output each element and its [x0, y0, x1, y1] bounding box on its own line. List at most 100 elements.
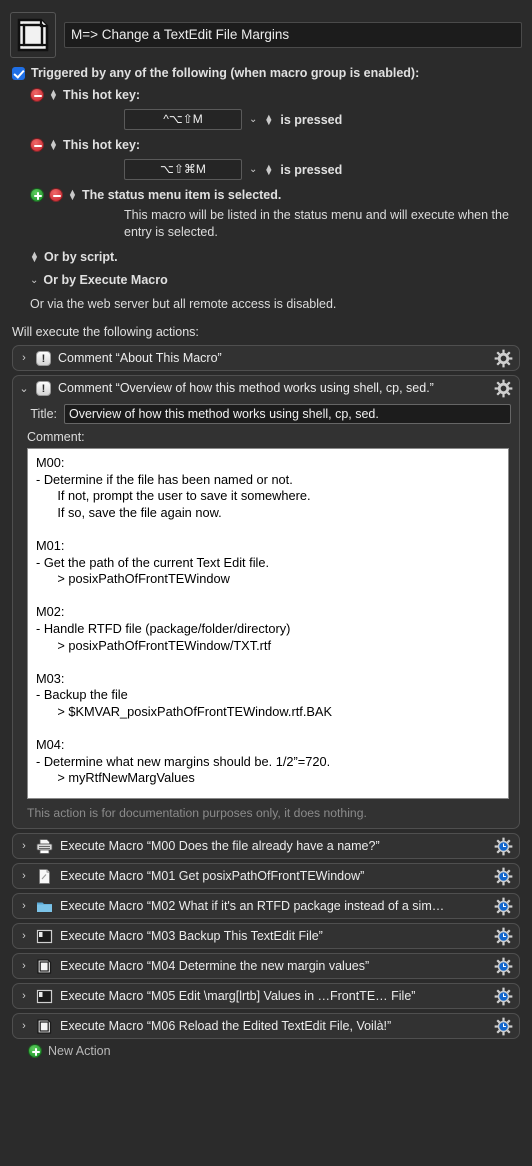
remove-trigger-icon[interactable] — [30, 88, 44, 102]
remove-trigger-icon[interactable] — [49, 188, 63, 202]
comment-field-label: Comment: — [27, 430, 85, 444]
action-title: Execute Macro “M00 Does the file already… — [60, 839, 380, 853]
comment-title-input[interactable]: Overview of how this method works using … — [64, 404, 511, 424]
triggered-by-row[interactable]: Triggered by any of the following (when … — [12, 66, 522, 80]
action-title: Execute Macro “M03 Backup This TextEdit … — [60, 929, 323, 943]
action-title: Execute Macro “M01 Get posixPathOfFrontT… — [60, 869, 365, 883]
gear-icon[interactable] — [494, 349, 513, 368]
hotkey-1-condition-stepper-icon[interactable]: ▲ ▼ — [264, 112, 273, 127]
save-printer-icon — [36, 838, 53, 854]
action-execute-macro-m00[interactable]: › Execute Macro “M00 Does the file alrea… — [12, 833, 520, 859]
or-by-execute-macro-label: Or by Execute Macro — [43, 273, 168, 287]
status-menu-description: This macro will be listed in the status … — [124, 208, 509, 239]
hotkey-2-condition-label: is pressed — [280, 162, 343, 177]
action-execute-macro-m05[interactable]: › Execute Macro “M05 Edit \marg[lrtb] Va… — [12, 983, 520, 1009]
action-body: Title: Overview of how this method works… — [13, 400, 519, 828]
trigger-status-menu-row[interactable]: ▲ ▼ The status menu item is selected. — [12, 188, 522, 202]
action-header[interactable]: › Execute Macro “M01 Get posixPathOfFron… — [13, 864, 519, 888]
or-by-script-label: Or by script. — [44, 250, 118, 264]
exclamation-icon: ! — [36, 380, 51, 396]
action-title: Execute Macro “M04 Determine the new mar… — [60, 959, 370, 973]
macro-name-input[interactable]: M=> Change a TextEdit File Margins — [64, 22, 522, 48]
chevron-right-icon[interactable]: › — [19, 870, 29, 882]
web-server-note: Or via the web server but all remote acc… — [30, 297, 337, 311]
action-header[interactable]: › Execute Macro “M06 Reload the Edited T… — [13, 1014, 519, 1038]
hotkey-1-input[interactable]: ^⌥⇧M — [124, 109, 242, 130]
action-execute-macro-m01[interactable]: › Execute Macro “M01 Get posixPathOfFron… — [12, 863, 520, 889]
triggers-section: Triggered by any of the following (when … — [0, 58, 532, 311]
chevron-down-icon[interactable]: ⌄ — [30, 275, 38, 286]
action-execute-macro-m06[interactable]: › Execute Macro “M06 Reload the Edited T… — [12, 1013, 520, 1039]
action-header[interactable]: › Execute Macro “M04 Determine the new m… — [13, 954, 519, 978]
action-header[interactable]: ⌄ ! Comment “Overview of how this method… — [13, 376, 519, 400]
margins-doc-icon — [36, 1018, 53, 1034]
macro-margins-icon — [10, 12, 56, 58]
trigger-or-by-execute-macro-row[interactable]: ⌄ Or by Execute Macro — [12, 273, 522, 287]
chevron-right-icon[interactable]: › — [19, 990, 29, 1002]
triggered-by-checkbox[interactable] — [12, 66, 25, 80]
gear-clock-icon[interactable] — [494, 987, 513, 1006]
gear-clock-icon[interactable] — [494, 1017, 513, 1036]
action-execute-macro-m03[interactable]: › Execute Macro “M03 Backup This TextEdi… — [12, 923, 520, 949]
chevron-down-icon[interactable]: ⌄ — [19, 382, 29, 395]
action-header[interactable]: › Execute Macro “M00 Does the file alrea… — [13, 834, 519, 858]
comment-textarea[interactable]: M00: - Determine if the file has been na… — [27, 448, 509, 799]
gear-clock-icon[interactable] — [494, 927, 513, 946]
comment-title-label: Title: — [30, 407, 57, 421]
action-comment-overview[interactable]: ⌄ ! Comment “Overview of how this method… — [12, 375, 520, 829]
comment-footer-note: This action is for documentation purpose… — [27, 806, 367, 820]
gear-clock-icon[interactable] — [494, 897, 513, 916]
action-comment-about-this-macro[interactable]: › ! Comment “About This Macro” — [12, 345, 520, 371]
trigger-type-stepper-icon[interactable]: ▲ ▼ — [49, 138, 58, 152]
action-header[interactable]: › Execute Macro “M05 Edit \marg[lrtb] Va… — [13, 984, 519, 1008]
chevron-right-icon[interactable]: › — [19, 930, 29, 942]
terminal-icon — [36, 929, 53, 944]
terminal-icon — [36, 989, 53, 1004]
chevron-right-icon[interactable]: › — [19, 900, 29, 912]
hotkey-1-condition-label: is pressed — [280, 112, 343, 127]
gear-icon[interactable] — [494, 379, 513, 398]
document-icon — [36, 868, 53, 884]
gear-clock-icon[interactable] — [494, 957, 513, 976]
trigger-type-stepper-icon[interactable]: ▲ ▼ — [68, 188, 77, 202]
macro-header: M=> Change a TextEdit File Margins — [0, 0, 532, 58]
trigger-hotkey-2-controls: ⌥⇧⌘M ⌄ ▲ ▼ is pressed — [12, 159, 522, 180]
gear-clock-icon[interactable] — [494, 837, 513, 856]
action-header[interactable]: › Execute Macro “M03 Backup This TextEdi… — [13, 924, 519, 948]
action-title: Comment “About This Macro” — [58, 351, 222, 365]
actions-header-label: Will execute the following actions: — [12, 325, 199, 339]
chevron-right-icon[interactable]: › — [19, 352, 29, 364]
new-action-label: New Action — [48, 1044, 111, 1058]
action-title: Execute Macro “M06 Reload the Edited Tex… — [60, 1019, 392, 1033]
action-header[interactable]: › ! Comment “About This Macro” — [13, 346, 519, 370]
blue-folder-icon — [36, 899, 53, 914]
trigger-type-stepper-icon[interactable]: ▲ ▼ — [49, 88, 58, 102]
action-execute-macro-m04[interactable]: › Execute Macro “M04 Determine the new m… — [12, 953, 520, 979]
trigger-hotkey-1-row[interactable]: ▲ ▼ This hot key: — [12, 88, 522, 102]
trigger-or-by-script-row[interactable]: ▲ ▼ Or by script. — [12, 250, 522, 264]
add-action-icon[interactable] — [28, 1044, 42, 1058]
trigger-hotkey-2-row[interactable]: ▲ ▼ This hot key: — [12, 138, 522, 152]
new-action-row[interactable]: New Action — [28, 1044, 520, 1058]
action-title: Execute Macro “M05 Edit \marg[lrtb] Valu… — [60, 989, 416, 1003]
chevron-right-icon[interactable]: › — [19, 840, 29, 852]
gear-clock-icon[interactable] — [494, 867, 513, 886]
hotkey-1-chevron-down-icon[interactable]: ⌄ — [249, 114, 257, 125]
action-execute-macro-m02[interactable]: › Execute Macro “M02 What if it's an RTF… — [12, 893, 520, 919]
trigger-status-menu-label: The status menu item is selected. — [82, 188, 282, 202]
margins-doc-icon — [36, 958, 53, 974]
actions-list: › ! Comment “About This Macro” ⌄ ! Comme… — [0, 345, 532, 1058]
comment-title-row: Title: Overview of how this method works… — [21, 404, 511, 424]
add-trigger-icon[interactable] — [30, 188, 44, 202]
hotkey-2-condition-stepper-icon[interactable]: ▲ ▼ — [264, 162, 273, 177]
trigger-type-stepper-icon[interactable]: ▲ ▼ — [30, 250, 39, 264]
action-header[interactable]: › Execute Macro “M02 What if it's an RTF… — [13, 894, 519, 918]
remove-trigger-icon[interactable] — [30, 138, 44, 152]
hotkey-2-chevron-down-icon[interactable]: ⌄ — [249, 164, 257, 175]
chevron-right-icon[interactable]: › — [19, 960, 29, 972]
action-title: Comment “Overview of how this method wor… — [58, 381, 434, 395]
hotkey-2-input[interactable]: ⌥⇧⌘M — [124, 159, 242, 180]
action-title: Execute Macro “M02 What if it's an RTFD … — [60, 899, 445, 913]
trigger-hotkey-1-label: This hot key: — [63, 88, 141, 102]
chevron-right-icon[interactable]: › — [19, 1020, 29, 1032]
